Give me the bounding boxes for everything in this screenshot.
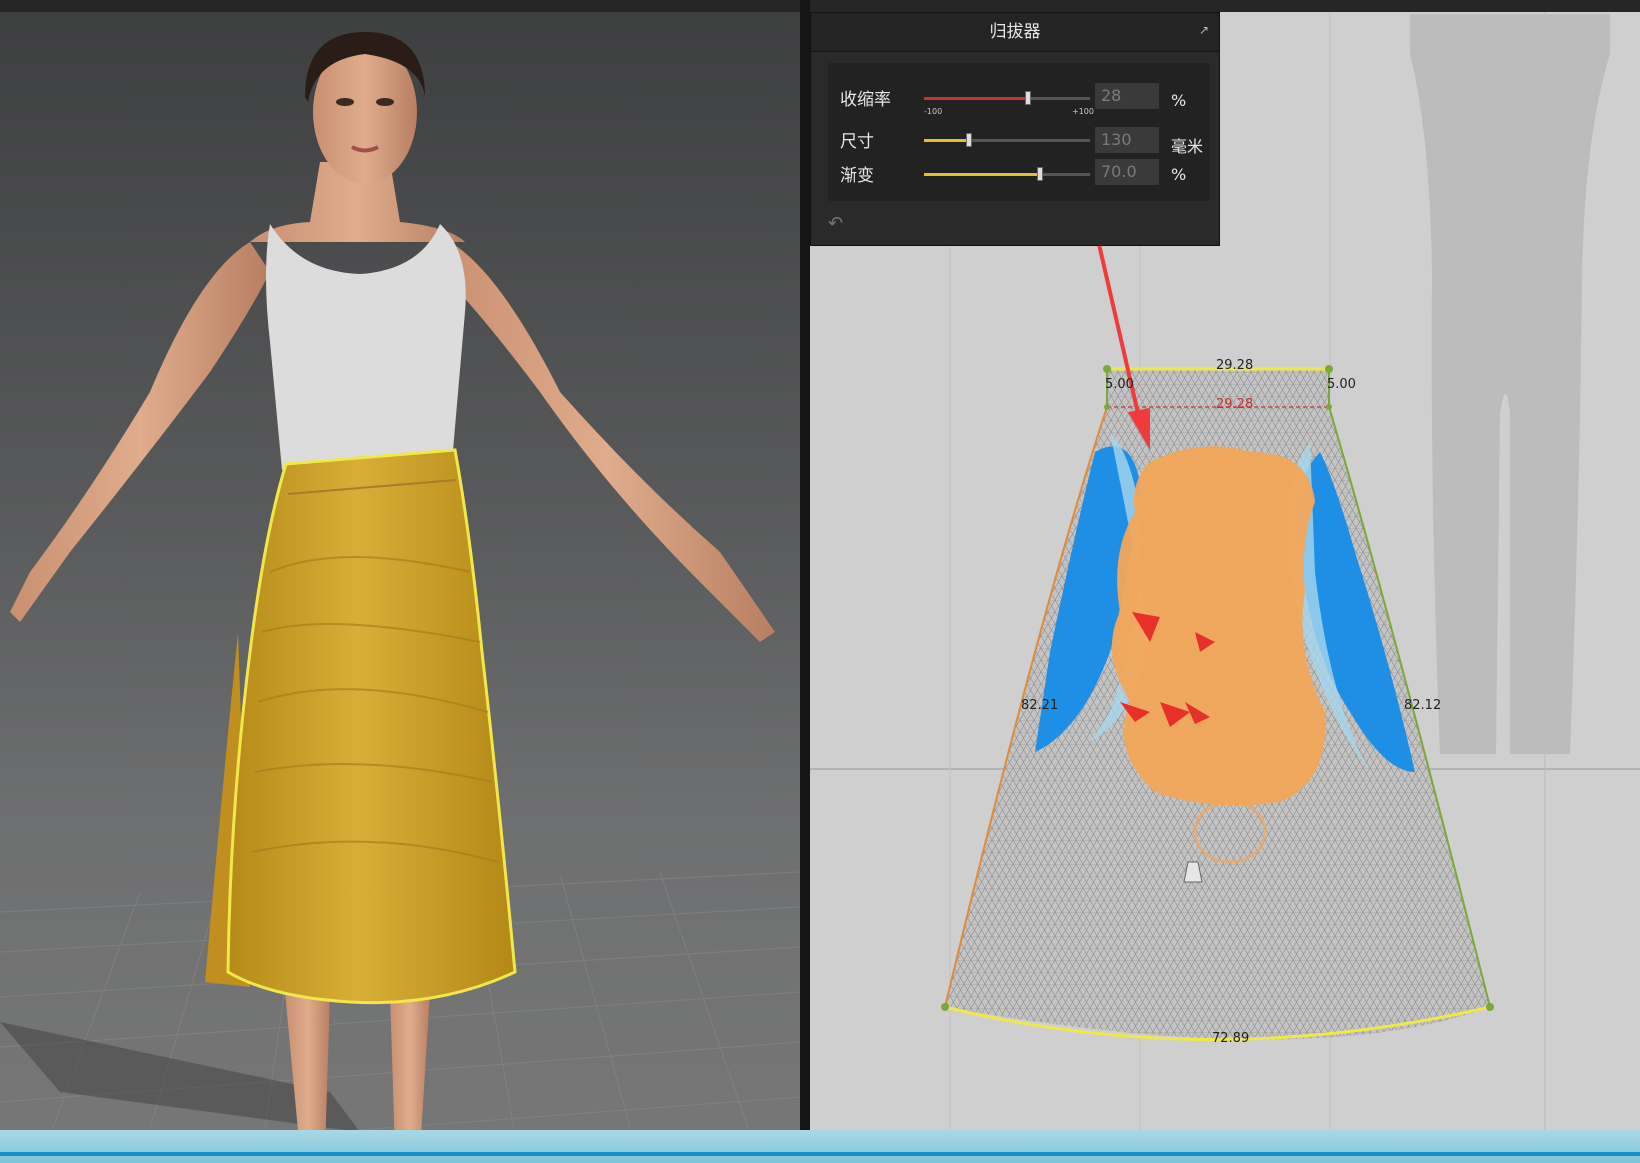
hem-length-label: 72.89 (1212, 1031, 1250, 1046)
left-leg (285, 992, 330, 1152)
gradient-slider-thumb[interactable] (1037, 167, 1043, 181)
panel-header: 归拔器 ↗ (811, 13, 1219, 52)
gradient-label: 渐变 (840, 166, 874, 186)
3d-viewport[interactable] (0, 12, 800, 1163)
gradient-row: 渐变 70.0 % (828, 159, 1210, 195)
gradient-slider[interactable] (924, 167, 1090, 181)
shrinkage-label: 收缩率 (840, 90, 891, 110)
size-value-field[interactable]: 130 (1095, 127, 1159, 153)
gradient-value-field[interactable]: 70.0 (1095, 159, 1159, 185)
size-slider[interactable] (924, 133, 1090, 147)
slider-max-label: +100 (1072, 107, 1094, 116)
right-arm (440, 242, 775, 642)
skirt (226, 448, 517, 1005)
avatar-silhouette (1410, 14, 1610, 754)
shrinkage-value-field[interactable]: 28 (1095, 83, 1159, 109)
top-toolbar (0, 0, 1640, 12)
right-leg (390, 992, 430, 1152)
pin-icon[interactable]: ↗ (1197, 23, 1211, 37)
left-arm (10, 242, 270, 622)
top-inner-length-label: 29.28 (1216, 397, 1254, 412)
panel-title: 归拔器 (989, 22, 1041, 42)
tank-top (266, 224, 466, 470)
size-label: 尺寸 (840, 132, 874, 152)
shrinkage-slider[interactable] (924, 91, 1090, 105)
gradient-unit: % (1171, 165, 1187, 184)
viewport-divider[interactable] (800, 0, 810, 1163)
right-seam-label: 5.00 (1327, 377, 1356, 392)
left-side-length-label: 82.21 (1021, 698, 1059, 713)
progress-line (0, 1152, 1640, 1156)
shrinkage-row: 收缩率 -100 +100 28 % (828, 83, 1210, 117)
size-slider-fill (924, 139, 969, 142)
panel-body: 收缩率 -100 +100 28 % 尺寸 130 毫米 渐变 70.0 % (828, 63, 1210, 201)
shrinkage-slider-thumb[interactable] (1025, 91, 1031, 105)
size-slider-thumb[interactable] (966, 133, 972, 147)
top-length-label: 29.28 (1216, 358, 1254, 373)
slider-min-label: -100 (924, 107, 943, 116)
bottom-bar (0, 1130, 1640, 1163)
gradient-slider-fill (924, 173, 1040, 176)
undo-icon[interactable]: ↶ (828, 213, 843, 234)
shrinkage-unit: % (1171, 91, 1187, 110)
shrinkage-tool-panel: 归拔器 ↗ 收缩率 -100 +100 28 % 尺寸 130 毫米 渐变 70… (810, 12, 1220, 246)
left-seam-label: 5.00 (1105, 377, 1134, 392)
shrinkage-slider-fill (924, 97, 1028, 100)
right-side-length-label: 82.12 (1404, 698, 1442, 713)
size-row: 尺寸 130 毫米 (828, 127, 1210, 159)
size-unit: 毫米 (1171, 137, 1204, 156)
3d-scene (0, 32, 800, 1163)
